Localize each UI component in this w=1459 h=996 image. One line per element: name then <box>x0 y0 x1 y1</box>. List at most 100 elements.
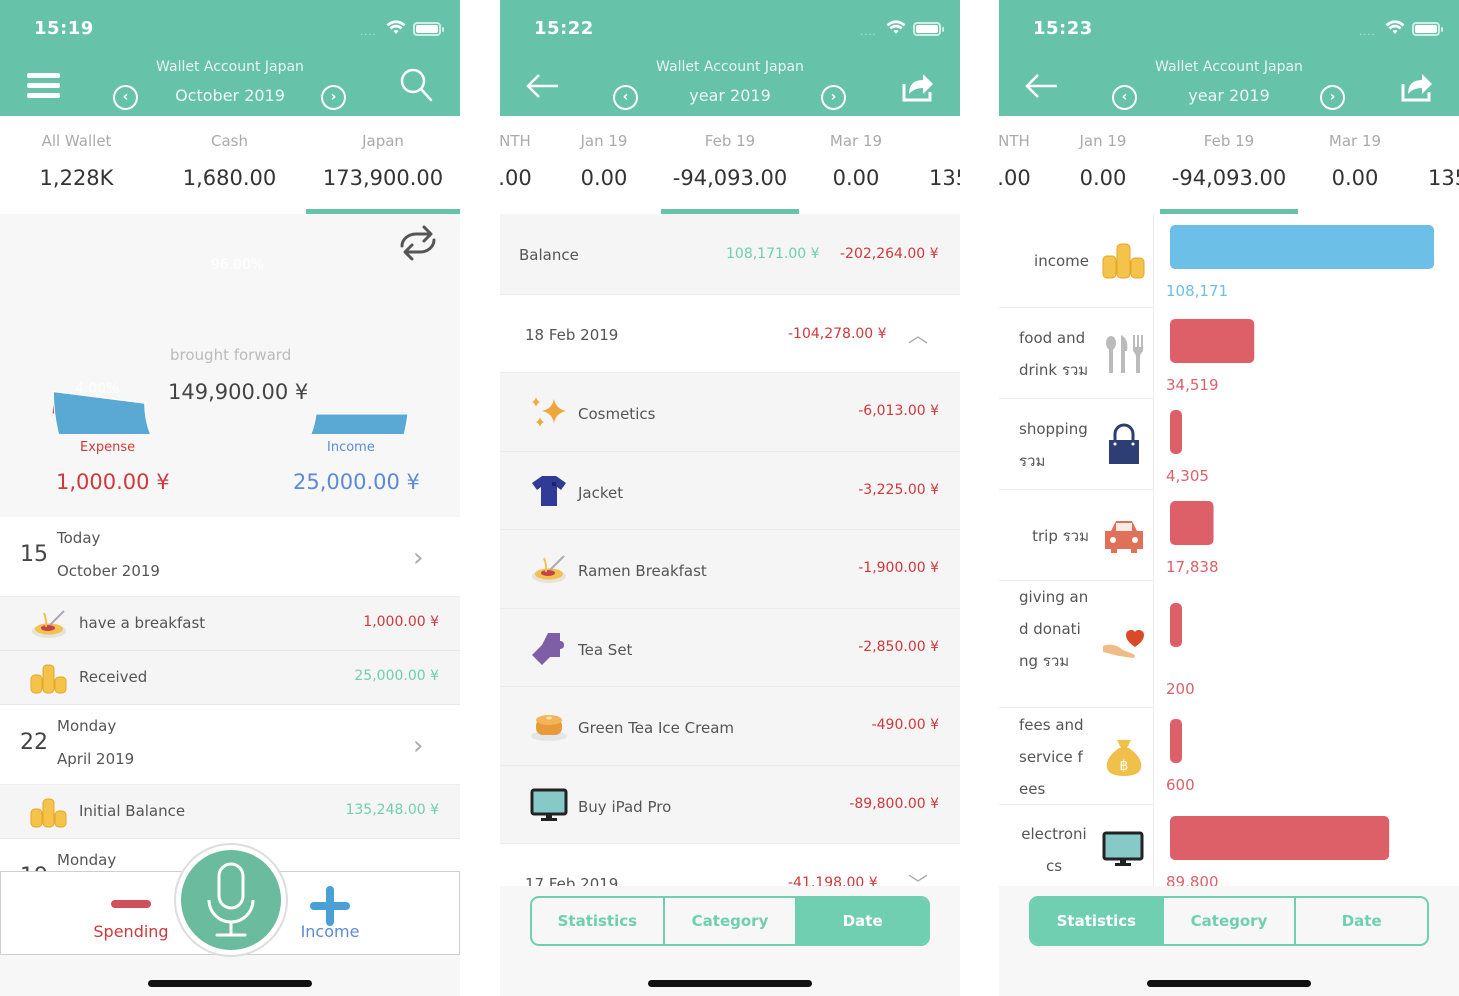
transaction-row[interactable]: have a breakfast 1,000.00 ¥ <box>0 597 460 651</box>
balance-label: Balance <box>519 246 579 264</box>
tshirt-icon <box>532 475 566 506</box>
category-row[interactable]: income <box>999 214 1154 308</box>
bar-value-label: 108,171 <box>1166 282 1228 300</box>
wallet-tab-label: All Wallet <box>41 132 112 150</box>
category-row[interactable]: shopping รวม <box>999 399 1154 490</box>
refresh-icon[interactable] <box>394 222 442 264</box>
date-transaction-list: Balance 108,171.00 ¥ -202,264.00 ¥ 18 Fe… <box>500 214 960 886</box>
wifi-icon <box>386 20 406 34</box>
transaction-row[interactable]: Buy iPad Pro -89,800.00 ¥ <box>500 765 960 844</box>
transaction-name: have a breakfast <box>79 614 206 632</box>
segment-category[interactable]: Category <box>1164 898 1297 944</box>
brought-forward-value: 149,900.00 ¥ <box>168 380 309 404</box>
transaction-amount: -1,900.00 ¥ <box>858 560 939 576</box>
gauge-income-percent: 96.00% <box>210 257 265 273</box>
bar-4 <box>1170 603 1182 647</box>
transaction-name: Received <box>79 668 148 686</box>
month-column[interactable]: Mar 19 0.00 <box>806 116 906 214</box>
transaction-row[interactable]: Tea Set -2,850.00 ¥ <box>500 608 960 687</box>
month-column[interactable]: NTH .00 <box>999 116 1049 214</box>
date-total: -41,198.00 ¥ <box>788 875 878 886</box>
chevron-right-circle-icon[interactable]: › <box>321 85 346 110</box>
transaction-row[interactable]: Received 25,000.00 ¥ <box>0 651 460 705</box>
month-column[interactable]: Mar 19 0.00 <box>1305 116 1405 214</box>
month-column[interactable]: 135 <box>1411 116 1459 214</box>
transaction-row[interactable]: Green Tea Ice Cream -490.00 ¥ <box>500 687 960 766</box>
month-column[interactable]: Jan 19 0.00 <box>1053 116 1153 214</box>
home-indicator <box>648 980 812 987</box>
transaction-amount: -2,850.00 ¥ <box>858 638 939 655</box>
coins-icon <box>30 798 67 828</box>
day-header-row[interactable]: 15 Today October 2019 › <box>0 517 460 597</box>
segment-category[interactable]: Category <box>665 898 798 944</box>
spaghetti-icon <box>532 555 566 583</box>
phone-home-screen: 15:19 ···· Wallet Account Japan October … <box>0 0 460 996</box>
segment-statistics[interactable]: Statistics <box>532 898 665 944</box>
wallet-tab-japan[interactable]: Japan 173,900.00 <box>306 116 460 214</box>
segment-date[interactable]: Date <box>797 898 928 944</box>
segment-date[interactable]: Date <box>1296 898 1427 944</box>
month-column[interactable]: Feb 19 -94,093.00 <box>661 116 799 214</box>
month-label: NTH <box>999 132 1030 150</box>
date-group-header[interactable]: 17 Feb 2019 -41,198.00 ¥ ﹀ <box>500 844 960 886</box>
month-label: Feb 19 <box>1203 132 1255 150</box>
day-header-row[interactable]: 22 Monday April 2019 › <box>0 705 460 785</box>
voice-input-button[interactable] <box>174 843 288 957</box>
chevron-right-circle-icon[interactable]: › <box>1320 85 1345 110</box>
coins-icon <box>1102 243 1145 279</box>
wallet-tab-value: 1,680.00 <box>182 166 277 190</box>
day-name: Monday <box>57 851 117 869</box>
chevron-left-circle-icon[interactable]: ‹ <box>613 85 638 110</box>
monitor-icon <box>530 788 568 821</box>
phone-date-screen: 15:22 ···· Wallet Account Japan year 201… <box>500 0 960 996</box>
share-icon[interactable] <box>1399 68 1433 104</box>
transaction-row[interactable]: Cosmetics -6,013.00 ¥ <box>500 373 960 452</box>
month-column[interactable]: Jan 19 0.00 <box>554 116 654 214</box>
spending-button[interactable]: Spending <box>81 892 181 952</box>
period-label: year 2019 <box>689 86 771 105</box>
wallet-tab-all[interactable]: All Wallet 1,228K <box>0 116 153 214</box>
wallet-tab-cash[interactable]: Cash 1,680.00 <box>153 116 306 214</box>
transaction-amount: -490.00 ¥ <box>871 717 939 733</box>
category-row[interactable]: electronics <box>999 805 1154 886</box>
month-column[interactable]: NTH .00 <box>500 116 550 214</box>
transaction-name: Cosmetics <box>578 405 656 423</box>
month-label: Jan 19 <box>580 132 628 150</box>
date-group-header[interactable]: 18 Feb 2019 -104,278.00 ¥ ︿ <box>500 295 960 373</box>
category-row[interactable]: trip รวม <box>999 490 1154 581</box>
bar-1 <box>1170 319 1255 363</box>
chevron-up-icon[interactable]: ︿ <box>908 319 928 348</box>
transaction-row[interactable]: Jacket -3,225.00 ¥ <box>500 451 960 530</box>
transaction-row[interactable]: Initial Balance 135,248.00 ¥ <box>0 785 460 839</box>
wifi-icon <box>1385 20 1405 34</box>
search-icon[interactable] <box>398 67 434 103</box>
chevron-down-icon[interactable]: ﹀ <box>908 868 928 886</box>
month-column[interactable]: Feb 19 -94,093.00 <box>1160 116 1298 214</box>
battery-icon <box>1412 22 1443 36</box>
transaction-row[interactable]: Ramen Breakfast -1,900.00 ¥ <box>500 530 960 609</box>
date-total: -104,278.00 ¥ <box>788 326 887 342</box>
bar-value-label: 17,838 <box>1166 558 1219 576</box>
category-name: food and drink รวม <box>1019 328 1089 379</box>
category-row[interactable]: giving and donating รวม <box>999 581 1154 708</box>
donate-heart-icon <box>1103 629 1144 658</box>
income-label: Income <box>300 922 360 941</box>
category-name: trip รวม <box>1032 526 1089 545</box>
income-button[interactable]: Income <box>280 886 380 952</box>
bar-2 <box>1170 410 1182 454</box>
category-row[interactable]: fees and service fees ฿ <box>999 708 1154 805</box>
transaction-name: Initial Balance <box>79 802 186 820</box>
phone-statistics-screen: 15:23 ···· Wallet Account Japan year 201… <box>999 0 1459 996</box>
chevron-left-circle-icon[interactable]: ‹ <box>113 85 138 110</box>
chevron-right-circle-icon[interactable]: › <box>821 85 846 110</box>
balance-row: Balance 108,171.00 ¥ -202,264.00 ¥ <box>500 214 960 295</box>
gauge-expense-percent: 4.00% <box>75 381 120 397</box>
chevron-left-circle-icon[interactable]: ‹ <box>1112 85 1137 110</box>
share-icon[interactable] <box>900 68 934 104</box>
month-value: 0.00 <box>832 166 880 190</box>
spaghetti-icon <box>32 610 66 638</box>
category-row[interactable]: food and drink รวม <box>999 308 1154 399</box>
segment-statistics[interactable]: Statistics <box>1031 898 1164 944</box>
month-strip: NTH .00 Jan 19 0.00 Feb 19 -94,093.00 Ma… <box>999 116 1459 214</box>
month-column[interactable]: 135 <box>912 116 960 214</box>
